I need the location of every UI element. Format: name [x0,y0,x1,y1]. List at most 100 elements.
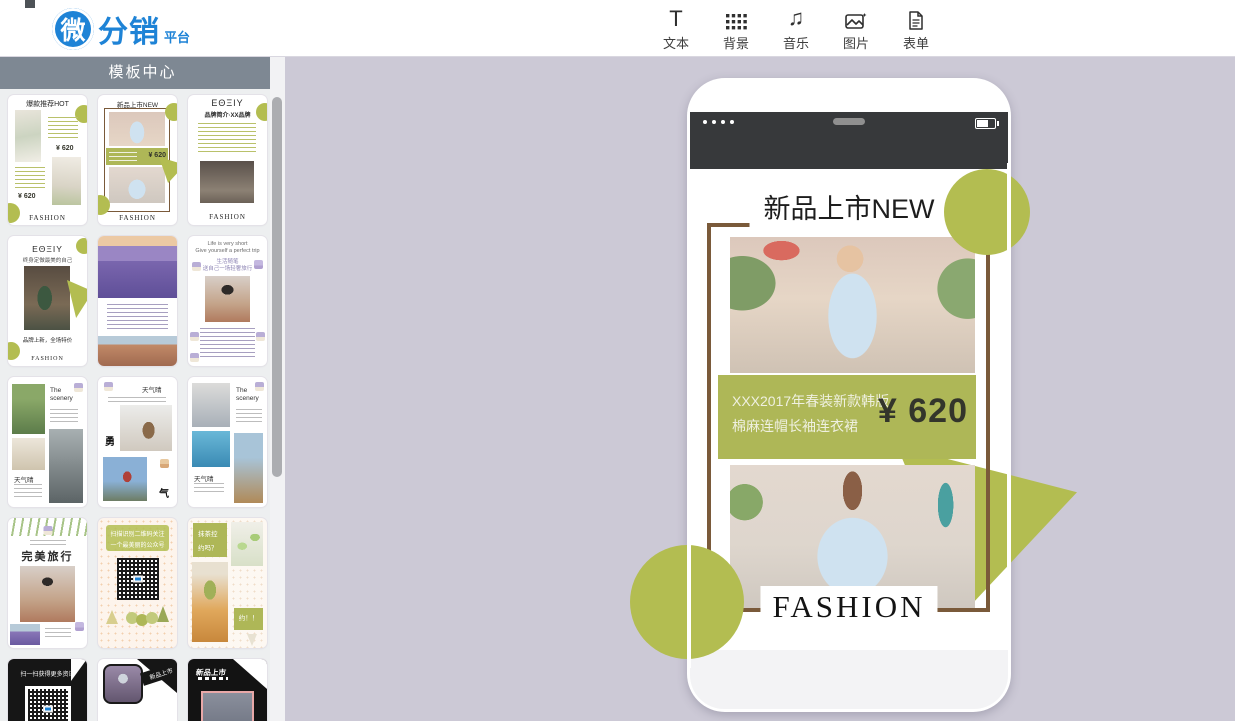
card-line: 约！！ [239,615,259,622]
toolbar-item-music[interactable]: ♫ 音乐 [770,4,822,52]
card-caption: 天气晴 [194,473,214,483]
card-photo [12,384,45,434]
card-photo [192,562,228,642]
logo-name: 分销 [98,7,160,51]
editor-canvas[interactable]: XXX2017年春装新款韩版 棉麻连帽长袖连衣裙 ¥ 620 新品上市NEW F… [285,57,1235,721]
template-card-brand-intro[interactable]: EΘΞIY 品牌简介·XX品牌 FASHION [188,95,267,225]
template-card-new-black[interactable]: 新品上市 [188,659,267,721]
template-card-lavender[interactable] [98,236,177,366]
toolbar-item-text[interactable]: T 文本 [650,4,702,52]
template-card-scenery-2[interactable]: The scenery 天气晴 [188,377,267,507]
brand-footer-label[interactable]: FASHION [760,586,937,630]
card-answer-box: 约！！ [234,608,263,630]
template-card-matcha[interactable]: 抹茶控 约吗？ 约！！ [188,518,267,648]
card-photo [98,236,177,298]
toolbar-item-form[interactable]: 表单 [890,4,942,52]
card-brand: EΘΞIY [188,98,267,108]
lavender-icon [190,353,199,362]
card-photo [192,431,230,467]
toolbar-item-background[interactable]: 背景 [710,4,762,52]
olive-circle [165,103,177,121]
template-card-new-diagonal[interactable]: 新品上市 [98,659,177,721]
card-photo [103,457,147,501]
card-text-lines [45,628,71,638]
product-desc-line2: 棉麻连帽长袖连衣裙 [732,414,889,439]
lavender-icon [255,382,264,391]
sidebar-scrollbar[interactable] [270,57,285,721]
template-card-new-arrival[interactable]: 新品上市NEW ¥ 620 FASHION [98,95,177,225]
template-card-perfect-trip[interactable]: 完美旅行 [8,518,87,648]
template-card-hot-sale[interactable]: 爆款推荐HOT ¥ 620 ¥ 620 FASHION [8,95,87,225]
card-title: 扫一扫获得更多资讯 [8,669,87,678]
template-card-travel-note[interactable]: Life is very short Give yourself a perfe… [188,236,267,366]
card-photo [10,624,40,645]
perfume-bottle-icon [75,622,84,631]
card-badge-label: 新品上市 [195,668,226,677]
text-icon: T [650,4,702,30]
corner-cut [233,659,267,689]
template-card-qr-follow[interactable]: 扫描识别二维码关注 一个最美丽的公众号 [98,518,177,648]
music-note-icon: ♫ [770,4,822,30]
card-title: 抹茶控 [198,528,227,538]
card-photo [12,438,45,470]
toolbar-label: 图片 [830,33,882,52]
olive-triangle [67,280,87,318]
card-footer: FASHION [188,213,267,221]
phone-footer-area [690,650,1008,709]
card-character: 气 [159,485,169,500]
card-price-band: ¥ 620 [106,148,168,165]
card-header-box: 抹茶控 约吗？ [193,523,227,557]
card-note: 送自己一场轻奢旅行 [203,264,253,272]
app-logo[interactable]: 微 分销 平台 [52,7,190,51]
card-price: ¥ 620 [148,152,166,159]
card-text-lines [109,152,137,161]
olive-circle-top-right [944,169,1030,255]
toolbar-label: 文本 [650,33,702,52]
card-character: 勇 [105,433,115,448]
card-photo [109,112,165,146]
card-text-lines [14,484,42,500]
badge-underline [198,677,228,680]
card-photo [200,161,254,203]
card-text-lines [30,540,66,545]
card-photo [231,522,263,566]
phone-bezel-edge-left [687,538,691,668]
page-title[interactable]: 新品上市NEW [750,190,949,230]
card-line: 品牌上新，全场特价 [8,336,87,344]
product-desc-line1: XXX2017年春装新款韩版 [732,389,889,414]
perfume-bottle-icon [254,260,263,269]
phone-preview: XXX2017年春装新款韩版 棉麻连帽长袖连衣裙 ¥ 620 新品上市NEW F… [687,78,1011,712]
olive-circle [76,238,87,254]
card-photo [98,336,177,366]
card-photo [15,110,41,162]
gift-bag-icon [160,459,169,468]
card-photo [192,383,230,427]
card-photo [234,433,263,503]
product-photo-top[interactable] [730,237,975,373]
card-text-lines [200,328,255,358]
card-text-lines [48,117,78,141]
card-line: 扫描识别二维码关注 [106,529,169,538]
template-card-black-qr[interactable]: 扫一扫获得更多资讯 [8,659,87,721]
gift-bag-icon [104,382,113,391]
template-card-scenery-1[interactable]: The scenery 天气晴 [8,377,87,507]
template-card-brand-new[interactable]: EΘΞIY 终身定做最美的自己 品牌上新，全场特价 FASHION [8,236,87,366]
toolbar-label: 音乐 [770,33,822,52]
ice-cream-cone-icon [106,610,118,624]
card-photo [49,429,83,503]
card-text-lines [15,167,45,189]
toolbar-item-image[interactable]: 图片 [830,4,882,52]
template-card-scenery-deer[interactable]: 天气晴 勇 气 [98,377,177,507]
price-band[interactable]: XXX2017年春装新款韩版 棉麻连帽长袖连衣裙 ¥ 620 [718,375,976,459]
sidebar-header: 模板中心 [0,57,285,89]
card-footer: FASHION [8,214,87,222]
scrollbar-thumb[interactable] [272,97,282,477]
toolbar-label: 表单 [890,33,942,52]
template-sidebar: 模板中心 爆款推荐HOT ¥ 620 ¥ 620 FASHION 新品上市NEW… [0,57,285,721]
logo-badge-icon: 微 [52,8,94,50]
card-footer: FASHION [8,356,87,362]
window-artifact [25,0,35,8]
app-header: 微 分销 平台 T 文本 背景 ♫ 音乐 [0,0,1235,57]
background-grid-icon [710,4,762,30]
card-text-lines [194,483,224,495]
